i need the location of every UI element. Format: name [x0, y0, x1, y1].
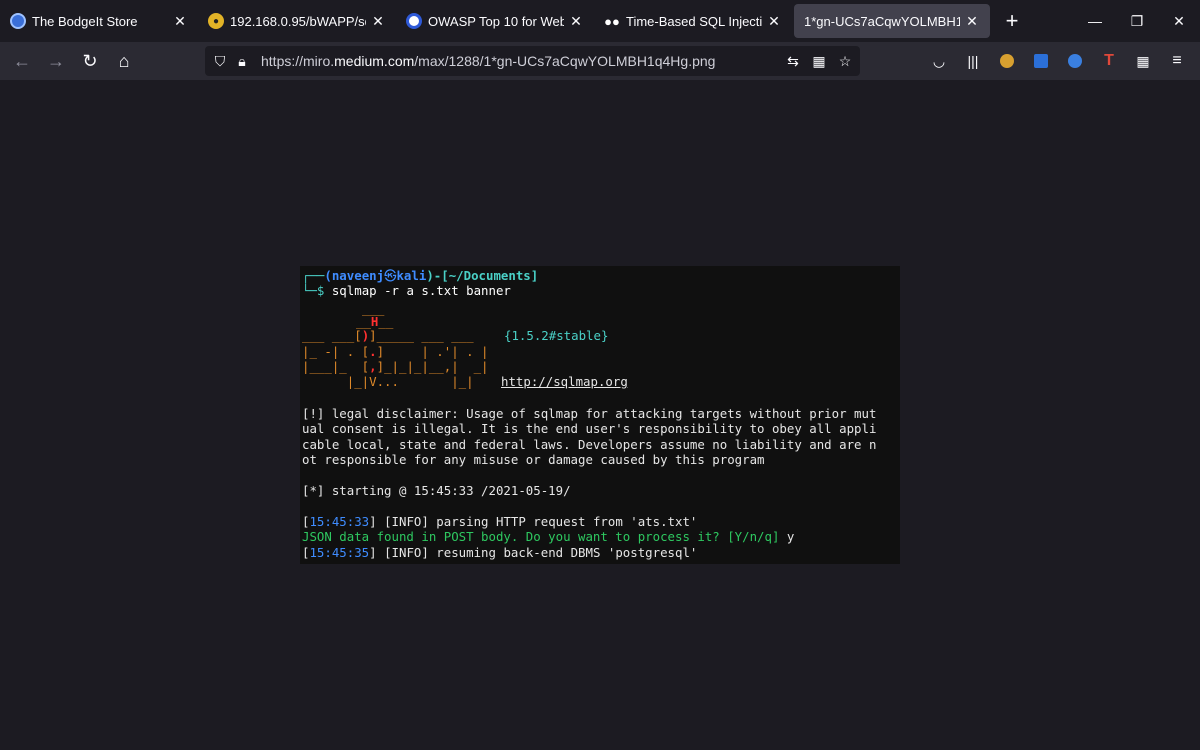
pocket-icon[interactable]: ◡ [922, 44, 956, 78]
owasp-icon [406, 13, 422, 29]
log-level: [INFO] [384, 545, 429, 560]
new-tab-button[interactable]: + [992, 0, 1032, 42]
globe-icon [10, 13, 26, 29]
log-level: [INFO] [384, 514, 429, 529]
tab-bodgeit[interactable]: The BodgeIt Store ✕ [0, 0, 198, 42]
qr-code-icon[interactable]: ▦ [808, 50, 830, 72]
log-message: resuming back-end DBMS 'postgresql' [428, 545, 698, 560]
translate-extension-icon[interactable] [1024, 44, 1058, 78]
home-icon[interactable]: ⌂ [107, 44, 141, 78]
tab-title: The BodgeIt Store [32, 13, 138, 29]
text-extension-icon[interactable]: T [1092, 44, 1126, 78]
log-answer: y [779, 529, 795, 544]
bookmark-star-icon[interactable]: ☆ [834, 50, 856, 72]
restore-icon[interactable]: ❐ [1116, 0, 1158, 42]
navigation-toolbar: ← → ↻ ⌂ ⛉ 🔒︎ https://miro.medium.com/max… [0, 42, 1200, 80]
tab-strip: The BodgeIt Store ✕ ● 192.168.0.95/bWAPP… [0, 0, 1200, 42]
sqlmap-version: {1.5.2#stable} [504, 328, 609, 343]
url-prefix: https://miro. [261, 53, 335, 69]
log-time: 15:45:35 [309, 545, 370, 560]
url-actions: ⇆ ▦ ☆ [782, 50, 856, 72]
prompt-at: ㉿ [384, 268, 397, 283]
close-icon[interactable]: ✕ [766, 13, 782, 29]
back-icon[interactable]: ← [5, 44, 39, 78]
tab-title: OWASP Top 10 for Web [428, 13, 564, 29]
tab-owasp[interactable]: OWASP Top 10 for Web ✕ [396, 0, 594, 42]
starting-line: [*] starting @ 15:45:33 /2021-05-19/ [302, 483, 571, 498]
log-line: [15:45:35] [INFO] resuming back-end DBMS… [302, 545, 698, 560]
url-path: /max/1288/1*gn-UCs7aCqwYOLMBH1q4Hg.png [414, 53, 716, 69]
tab-image[interactable]: 1*gn-UCs7aCqwYOLMBH1q4Hg.png ✕ [794, 4, 990, 38]
disclaimer-line: [!] legal disclaimer: Usage of sqlmap fo… [302, 406, 877, 421]
log-question-line: JSON data found in POST body. Do you wan… [302, 529, 794, 545]
log-message: parsing HTTP request from 'ats.txt' [428, 514, 698, 529]
prompt-user: (naveenj [324, 268, 385, 283]
prompt-host: kali [396, 268, 427, 283]
reload-icon[interactable]: ↻ [73, 44, 107, 78]
prompt-bottom-prefix: └─$ [302, 283, 325, 298]
log-question: JSON data found in POST body. Do you wan… [302, 529, 780, 544]
close-icon[interactable]: ✕ [964, 13, 980, 29]
tab-title: Time-Based SQL Injection to [626, 13, 762, 29]
menu-icon[interactable]: ≡ [1160, 44, 1194, 78]
disclaimer-line: cable local, state and federal laws. Dev… [302, 437, 877, 452]
translate-icon[interactable]: ⇆ [782, 50, 804, 72]
forward-icon[interactable]: → [39, 44, 73, 78]
address-bar[interactable]: ⛉ 🔒︎ https://miro.medium.com/max/1288/1*… [205, 46, 860, 76]
prompt-line-2: └─$ sqlmap -r a s.txt banner [302, 283, 511, 299]
disclaimer-line: ual consent is illegal. It is the end us… [302, 421, 877, 436]
minimize-icon[interactable]: — [1074, 0, 1116, 42]
prompt-line-1: ┌──(naveenj㉿kali)-[~/Documents] [302, 268, 538, 284]
disclaimer-line: ot responsible for any misuse or damage … [302, 452, 765, 467]
language-extension-icon[interactable] [1058, 44, 1092, 78]
shield-icon[interactable]: ⛉ [209, 50, 231, 72]
window-controls: — ❐ ✕ [1074, 0, 1200, 42]
prompt-top-prefix: ┌── [302, 268, 325, 283]
bee-icon: ● [208, 13, 224, 29]
close-icon[interactable]: ✕ [568, 13, 584, 29]
medium-icon: ●● [604, 13, 620, 29]
sqlmap-url-link: http://sqlmap.org [501, 374, 628, 389]
lock-icon[interactable]: 🔒︎ [231, 50, 253, 72]
url-text[interactable]: https://miro.medium.com/max/1288/1*gn-UC… [261, 53, 715, 69]
close-icon[interactable]: ✕ [370, 13, 386, 29]
library-icon[interactable]: ||| [956, 44, 990, 78]
localcdn-extension-icon[interactable] [990, 44, 1024, 78]
tab-bwapp[interactable]: ● 192.168.0.95/bWAPP/sqli_6.php ✕ [198, 0, 396, 42]
close-window-icon[interactable]: ✕ [1158, 0, 1200, 42]
tab-medium[interactable]: ●● Time-Based SQL Injection to ✕ [594, 0, 792, 42]
prompt-dir: )-[~/Documents] [426, 268, 539, 283]
extensions-toolbar: ◡ ||| T ▦ ≡ [922, 44, 1194, 78]
close-icon[interactable]: ✕ [172, 13, 188, 29]
tab-title: 192.168.0.95/bWAPP/sqli_6.php [230, 13, 366, 29]
log-line: [15:45:33] [INFO] parsing HTTP request f… [302, 514, 698, 529]
tab-title: 1*gn-UCs7aCqwYOLMBH1q4Hg.png [804, 13, 960, 29]
log-time: 15:45:33 [309, 514, 370, 529]
url-domain: medium.com [334, 53, 415, 69]
extensions-icon[interactable]: ▦ [1126, 44, 1160, 78]
command-text: sqlmap -r a s.txt banner [324, 283, 511, 298]
page-content: ┌──(naveenj㉿kali)-[~/Documents] └─$ sqlm… [0, 80, 1200, 750]
tab-list: The BodgeIt Store ✕ ● 192.168.0.95/bWAPP… [0, 0, 992, 42]
terminal-screenshot-image: ┌──(naveenj㉿kali)-[~/Documents] └─$ sqlm… [300, 266, 900, 564]
